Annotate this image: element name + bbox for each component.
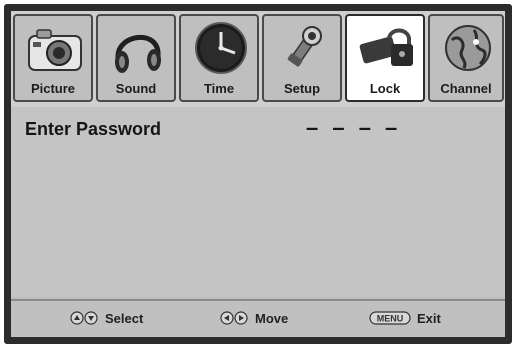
password-input[interactable]: – – – – (306, 115, 401, 141)
tab-label-picture: Picture (30, 81, 76, 96)
tab-sound[interactable]: Sound (96, 14, 176, 102)
tab-picture[interactable]: Picture (13, 14, 93, 102)
menu-key-icon: MENU (369, 311, 411, 328)
tv-frame: Picture Sound Time Setup Lock Channel En… (4, 4, 512, 344)
clock-icon (195, 22, 247, 74)
tab-label-channel: Channel (440, 81, 492, 96)
hint-exit: MENU Exit (369, 311, 441, 328)
left-right-arrows-icon (219, 311, 249, 328)
tab-label-time: Time (203, 81, 235, 96)
lock-icon (359, 28, 413, 66)
wrench-icon (287, 26, 322, 67)
menu-screen: Picture Sound Time Setup Lock Channel En… (11, 11, 505, 337)
menu-key-label: MENU (377, 314, 404, 324)
tab-lock[interactable]: Lock (345, 14, 425, 102)
globe-icon (445, 25, 491, 71)
tab-label-setup: Setup (283, 81, 321, 96)
lock-content: Enter Password – – – – (11, 107, 505, 297)
hint-select-label: Select (105, 311, 144, 326)
tab-time[interactable]: Time (179, 14, 259, 102)
password-label: Enter Password (25, 119, 162, 139)
tab-channel[interactable]: Channel (428, 14, 504, 102)
up-down-arrows-icon (69, 311, 99, 328)
menu-tabs: Picture Sound Time Setup Lock Channel (11, 11, 505, 107)
hint-exit-label: Exit (417, 311, 441, 326)
tab-setup[interactable]: Setup (262, 14, 342, 102)
camera-icon (28, 29, 82, 71)
headphones-icon (115, 35, 161, 73)
tab-label-lock: Lock (369, 81, 401, 96)
hint-move: Move (219, 311, 288, 328)
hint-select: Select (69, 311, 143, 328)
hint-move-label: Move (255, 311, 289, 326)
footer-hints: Select Move MENU Exit (11, 299, 505, 337)
tab-label-sound: Sound (115, 81, 157, 96)
